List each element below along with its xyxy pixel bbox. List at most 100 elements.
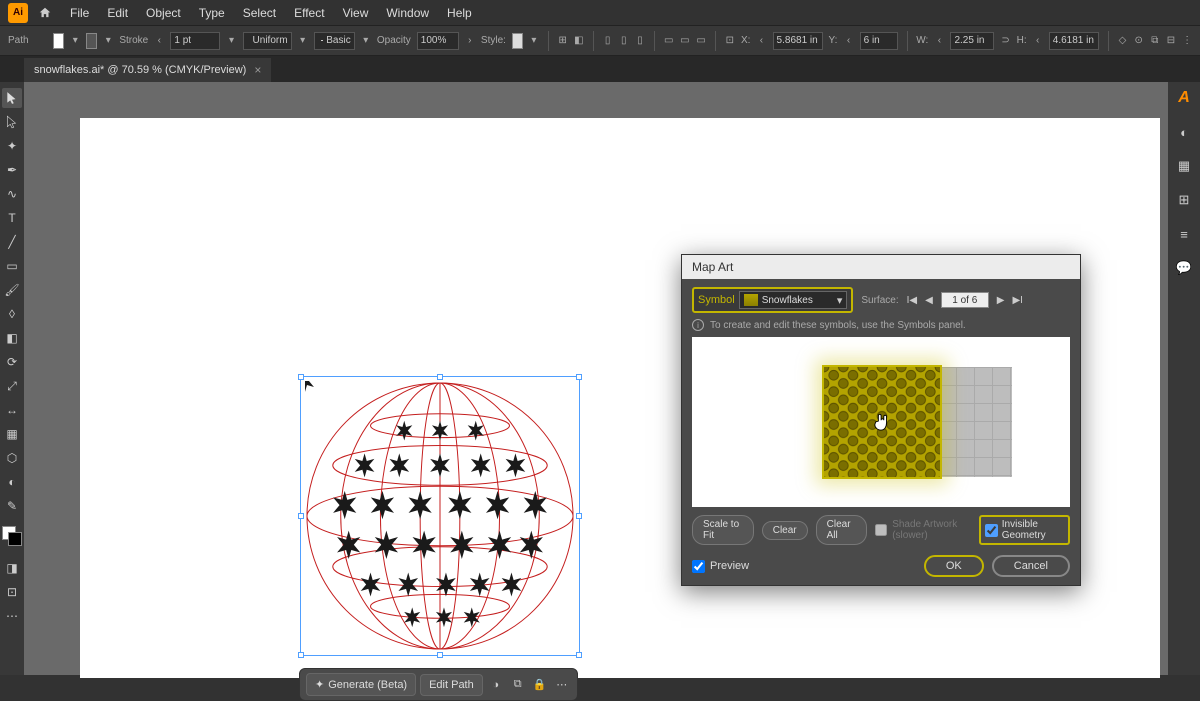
chevron-down-icon[interactable]: ▾ bbox=[226, 33, 236, 49]
swatches-panel-icon[interactable]: ▦ bbox=[1174, 156, 1194, 176]
clear-button[interactable]: Clear bbox=[762, 521, 808, 540]
rectangle-tool[interactable]: ▭ bbox=[2, 256, 22, 276]
menu-view[interactable]: View bbox=[335, 2, 377, 24]
stroke-swatch[interactable] bbox=[86, 33, 97, 49]
paintbrush-tool[interactable]: 🖌 bbox=[2, 280, 22, 300]
cancel-button[interactable]: Cancel bbox=[992, 555, 1070, 577]
decrement-icon[interactable]: ‹ bbox=[843, 33, 853, 49]
menu-window[interactable]: Window bbox=[378, 2, 437, 24]
menu-edit[interactable]: Edit bbox=[99, 2, 136, 24]
fill-stroke-control[interactable] bbox=[2, 526, 22, 546]
direct-selection-tool[interactable] bbox=[2, 112, 22, 132]
invisible-geometry-checkbox[interactable]: Invisible Geometry bbox=[979, 515, 1070, 545]
shape-icon[interactable]: ◇ bbox=[1117, 33, 1127, 49]
generate-button[interactable]: ✦ Generate (Beta) bbox=[306, 673, 416, 696]
curvature-tool[interactable]: ∿ bbox=[2, 184, 22, 204]
symbol-selector[interactable]: Symbol Snowflakes ▾ bbox=[692, 287, 853, 313]
preview-checkbox-input[interactable] bbox=[692, 560, 705, 573]
surface-input[interactable] bbox=[941, 292, 989, 308]
misc-icon[interactable]: ⊟ bbox=[1166, 33, 1176, 49]
shaper-tool[interactable]: ◊ bbox=[2, 304, 22, 324]
misc-icon[interactable]: ⋮ bbox=[1182, 33, 1192, 49]
chevron-down-icon[interactable]: ▾ bbox=[70, 33, 80, 49]
resize-handle[interactable] bbox=[576, 652, 582, 658]
stroke-weight-input[interactable] bbox=[170, 32, 220, 50]
selection-bounding-box[interactable] bbox=[300, 376, 580, 656]
shade-artwork-checkbox[interactable]: Shade Artwork (slower) bbox=[875, 519, 971, 541]
chevron-down-icon[interactable]: ▾ bbox=[298, 33, 308, 49]
transform-icon[interactable]: ⊡ bbox=[725, 33, 735, 49]
preview-checkbox[interactable]: Preview bbox=[692, 560, 749, 573]
resize-handle[interactable] bbox=[298, 374, 304, 380]
resize-handle[interactable] bbox=[298, 652, 304, 658]
decrement-icon[interactable]: ‹ bbox=[934, 33, 944, 49]
type-tool[interactable]: T bbox=[2, 208, 22, 228]
decrement-icon[interactable]: ‹ bbox=[1033, 33, 1043, 49]
opacity-input[interactable] bbox=[417, 32, 459, 50]
align-right-icon[interactable]: ▯ bbox=[635, 33, 645, 49]
last-surface-icon[interactable]: ▶I bbox=[1012, 295, 1022, 306]
menu-type[interactable]: Type bbox=[191, 2, 233, 24]
decrement-icon[interactable]: ‹ bbox=[154, 33, 164, 49]
arrange-icon[interactable]: ⧉ bbox=[509, 676, 527, 694]
width-tool[interactable]: ↔ bbox=[2, 400, 22, 420]
clear-all-button[interactable]: Clear All bbox=[816, 515, 868, 545]
next-surface-icon[interactable]: ▶ bbox=[997, 295, 1005, 306]
edit-path-button[interactable]: Edit Path bbox=[420, 674, 483, 696]
pen-tool[interactable]: ✒ bbox=[2, 160, 22, 180]
align-bottom-icon[interactable]: ▭ bbox=[696, 33, 706, 49]
comments-panel-icon[interactable]: 💬 bbox=[1174, 258, 1194, 278]
menu-select[interactable]: Select bbox=[235, 2, 284, 24]
menu-object[interactable]: Object bbox=[138, 2, 189, 24]
align-left-icon[interactable]: ▯ bbox=[603, 33, 613, 49]
prev-surface-icon[interactable]: ◀ bbox=[925, 295, 933, 306]
shape-builder-tool[interactable]: ⬡ bbox=[2, 448, 22, 468]
eyedropper-tool[interactable]: ✎ bbox=[2, 496, 22, 516]
ok-button[interactable]: OK bbox=[924, 555, 984, 577]
height-input[interactable] bbox=[1049, 32, 1099, 50]
recolor-icon[interactable]: ◑ bbox=[487, 676, 505, 694]
misc-icon[interactable]: ⧉ bbox=[1150, 33, 1160, 49]
chevron-down-icon[interactable]: ▾ bbox=[361, 33, 371, 49]
align-top-icon[interactable]: ▭ bbox=[664, 33, 674, 49]
misc-icon[interactable]: ⊙ bbox=[1134, 33, 1144, 49]
eraser-tool[interactable]: ◧ bbox=[2, 328, 22, 348]
document-tab[interactable]: snowflakes.ai* @ 70.59 % (CMYK/Preview) … bbox=[24, 58, 271, 82]
scale-tool[interactable]: ⤢ bbox=[2, 376, 22, 396]
selection-tool[interactable] bbox=[2, 88, 22, 108]
edit-toolbar-icon[interactable]: ⋯ bbox=[2, 606, 22, 626]
menu-file[interactable]: File bbox=[62, 2, 97, 24]
resize-handle[interactable] bbox=[437, 374, 443, 380]
line-tool[interactable]: ╱ bbox=[2, 232, 22, 252]
properties-panel-icon[interactable]: A bbox=[1174, 88, 1194, 108]
color-panel-icon[interactable]: ◐ bbox=[1174, 122, 1194, 142]
invisible-geometry-input[interactable] bbox=[985, 524, 998, 537]
link-icon[interactable]: ⊃ bbox=[1000, 33, 1010, 49]
free-transform-tool[interactable]: ▦ bbox=[2, 424, 22, 444]
menu-effect[interactable]: Effect bbox=[286, 2, 332, 24]
screen-mode-icon[interactable]: ⊡ bbox=[2, 582, 22, 602]
rotate-tool[interactable]: ⟳ bbox=[2, 352, 22, 372]
canvas[interactable]: ✦ Generate (Beta) Edit Path ◑ ⧉ 🔒 ⋯ Prev… bbox=[24, 82, 1168, 675]
symbol-tile[interactable] bbox=[822, 365, 942, 479]
align-center-icon[interactable]: ▯ bbox=[619, 33, 629, 49]
align-middle-icon[interactable]: ▭ bbox=[680, 33, 690, 49]
resize-handle[interactable] bbox=[437, 652, 443, 658]
y-input[interactable] bbox=[860, 32, 898, 50]
x-input[interactable] bbox=[773, 32, 823, 50]
close-icon[interactable]: × bbox=[254, 63, 261, 77]
decrement-icon[interactable]: ‹ bbox=[756, 33, 766, 49]
align-icon[interactable]: ◧ bbox=[574, 33, 584, 49]
width-input[interactable] bbox=[950, 32, 994, 50]
brush-select[interactable]: Basic bbox=[314, 32, 355, 50]
resize-handle[interactable] bbox=[576, 374, 582, 380]
gradient-tool[interactable]: ◐ bbox=[2, 472, 22, 492]
home-icon[interactable] bbox=[36, 6, 54, 20]
width-profile-select[interactable]: Uniform bbox=[243, 32, 292, 50]
scale-to-fit-button[interactable]: Scale to Fit bbox=[692, 515, 754, 545]
fill-swatch[interactable] bbox=[53, 33, 64, 49]
align-icon[interactable]: ⊞ bbox=[558, 33, 568, 49]
magic-wand-tool[interactable]: ✦ bbox=[2, 136, 22, 156]
libraries-panel-icon[interactable]: ⊞ bbox=[1174, 190, 1194, 210]
chevron-down-icon[interactable]: ▾ bbox=[529, 33, 539, 49]
